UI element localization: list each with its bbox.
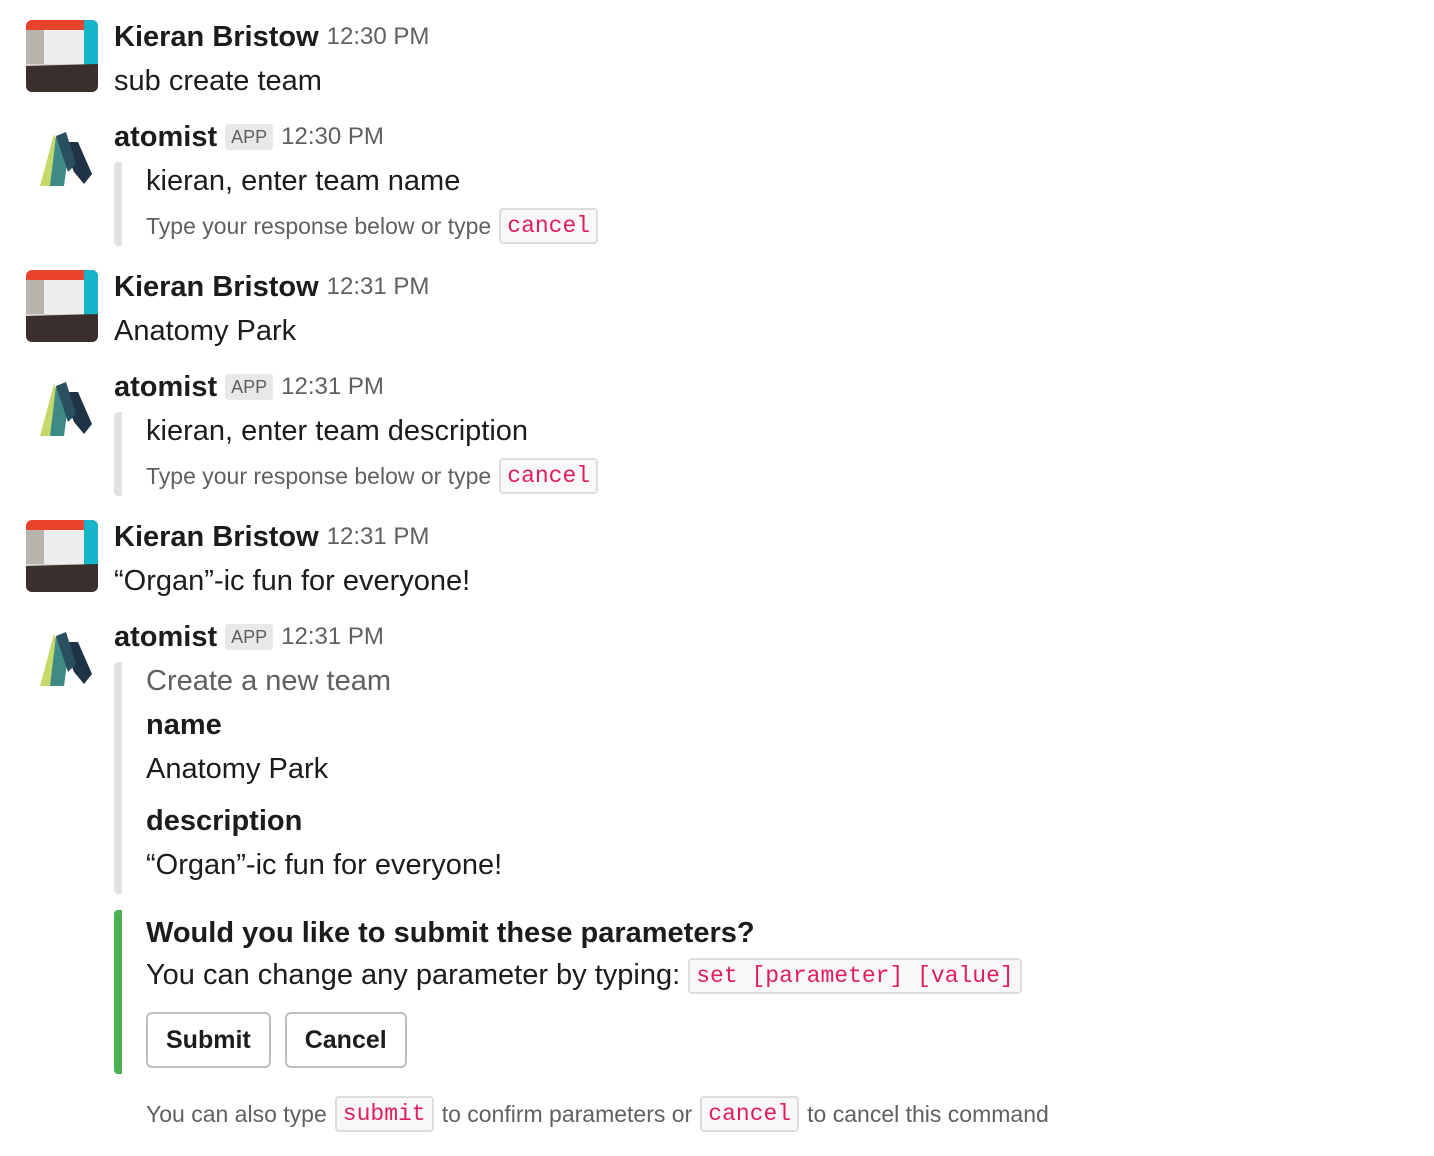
- atomist-logo-icon[interactable]: [26, 122, 98, 194]
- timestamp[interactable]: 12:31 PM: [327, 273, 430, 300]
- confirm-text: You can change any parameter by typing:: [146, 959, 681, 991]
- attachment-title: kieran, enter team description: [146, 415, 529, 447]
- timestamp[interactable]: 12:30 PM: [327, 23, 430, 50]
- hint-text: Type your response below or type: [146, 213, 492, 239]
- attachment: kieran, enter team description Type your…: [114, 412, 599, 496]
- atomist-logo-icon[interactable]: [26, 622, 98, 694]
- footer-text-1: You can also type: [146, 1101, 327, 1127]
- message-text: Anatomy Park: [114, 315, 297, 347]
- footer-text-2: to confirm parameters or: [441, 1101, 693, 1127]
- cancel-button[interactable]: Cancel: [284, 1012, 407, 1069]
- attachment: kieran, enter team name Type your respon…: [114, 162, 599, 246]
- author-name[interactable]: atomist: [114, 621, 217, 653]
- submit-code: submit: [334, 1096, 434, 1133]
- field-title-description: description: [146, 805, 303, 837]
- attachment-pretext: Create a new team: [146, 665, 392, 697]
- timestamp[interactable]: 12:30 PM: [281, 123, 384, 150]
- footer-hint: You can also type submit to confirm para…: [146, 1096, 1049, 1133]
- author-name[interactable]: Kieran Bristow: [114, 21, 319, 53]
- message-text: sub create team: [114, 65, 322, 97]
- author-name[interactable]: Kieran Bristow: [114, 521, 319, 553]
- atomist-logo-icon[interactable]: [26, 372, 98, 444]
- set-parameter-code: set [parameter] [value]: [688, 958, 1022, 995]
- confirm-attachment: Would you like to submit these parameter…: [114, 910, 1022, 1074]
- app-badge: APP: [225, 624, 274, 650]
- parameters-attachment: Create a new team name Anatomy Park desc…: [114, 662, 502, 894]
- footer-text-3: to cancel this command: [807, 1101, 1049, 1127]
- field-value-description: “Organ”-ic fun for everyone!: [146, 849, 503, 881]
- cancel-code: cancel: [700, 1096, 800, 1133]
- app-badge: APP: [225, 124, 274, 150]
- timestamp[interactable]: 12:31 PM: [281, 623, 384, 650]
- author-name[interactable]: Kieran Bristow: [114, 271, 319, 303]
- confirm-title: Would you like to submit these parameter…: [146, 917, 755, 949]
- message-text: “Organ”-ic fun for everyone!: [114, 565, 471, 597]
- field-title-name: name: [146, 709, 222, 741]
- kieran-avatar[interactable]: [26, 270, 98, 342]
- author-name[interactable]: atomist: [114, 121, 217, 153]
- app-badge: APP: [225, 374, 274, 400]
- kieran-avatar[interactable]: [26, 520, 98, 592]
- kieran-avatar[interactable]: [26, 20, 98, 92]
- cancel-code: cancel: [499, 208, 599, 245]
- timestamp[interactable]: 12:31 PM: [281, 373, 384, 400]
- field-value-name: Anatomy Park: [146, 753, 329, 785]
- cancel-code: cancel: [499, 458, 599, 495]
- author-name[interactable]: atomist: [114, 371, 217, 403]
- timestamp[interactable]: 12:31 PM: [327, 523, 430, 550]
- submit-button[interactable]: Submit: [146, 1012, 271, 1069]
- attachment-title: kieran, enter team name: [146, 165, 461, 197]
- hint-text: Type your response below or type: [146, 463, 492, 489]
